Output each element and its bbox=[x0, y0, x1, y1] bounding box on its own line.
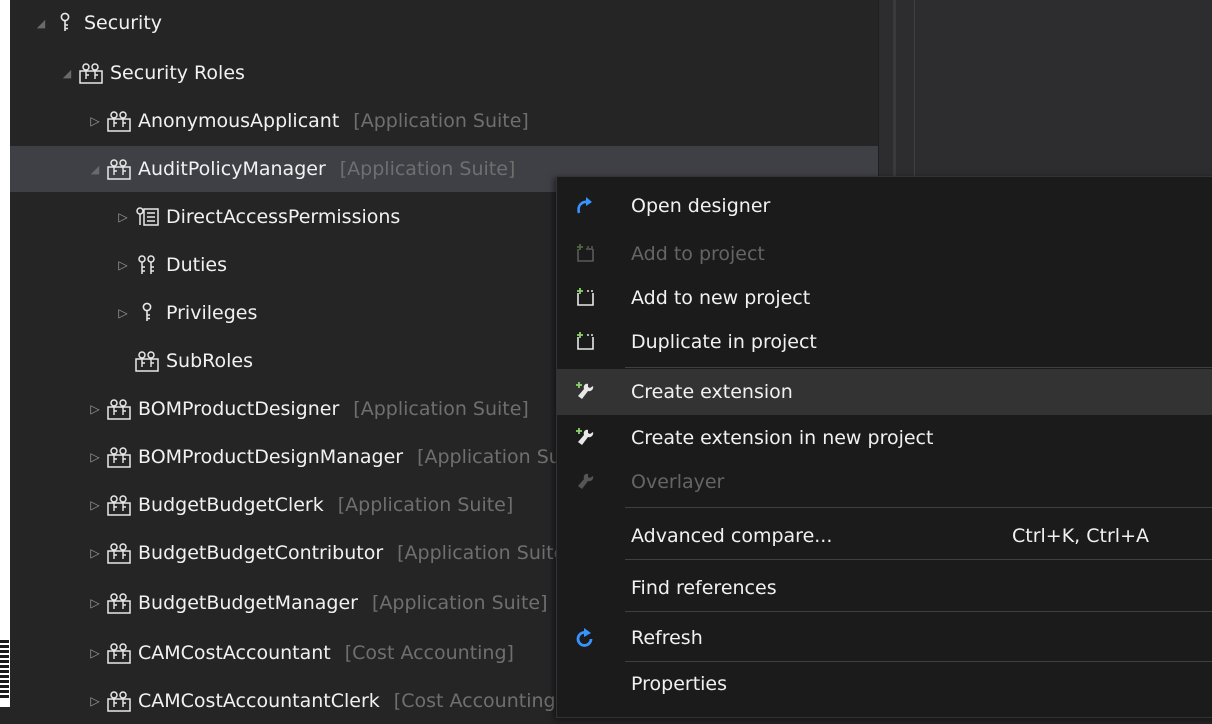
duty-key-icon bbox=[134, 253, 160, 277]
security-role-icon bbox=[106, 641, 132, 665]
menu-item-duplicate-in-project[interactable]: Duplicate in project bbox=[557, 319, 1212, 365]
menu-item-label: Create extension bbox=[631, 381, 793, 403]
privilege-key-icon bbox=[52, 11, 78, 35]
collapsed-arrow-icon[interactable]: ▷ bbox=[116, 210, 130, 224]
collapsed-arrow-icon[interactable]: ▷ bbox=[88, 402, 102, 416]
menu-item-overlayer[interactable]: Overlayer bbox=[557, 459, 1212, 505]
menu-item-create-extension-in-new-project[interactable]: Create extension in new project bbox=[557, 415, 1212, 461]
tree-node-label: DirectAccessPermissions bbox=[166, 206, 401, 228]
security-role-icon bbox=[106, 109, 132, 133]
menu-item-create-extension[interactable]: Create extension bbox=[557, 369, 1212, 415]
menu-separator bbox=[625, 559, 1212, 560]
expanded-arrow-icon[interactable]: ◢ bbox=[60, 67, 74, 80]
tree-node-label: Duties bbox=[166, 254, 227, 276]
tree-node-label: SubRoles bbox=[166, 350, 254, 372]
tree-node-security-roles[interactable]: ◢ Security Roles bbox=[10, 50, 928, 96]
menu-item-label: Overlayer bbox=[631, 471, 725, 493]
edge-artifact bbox=[0, 640, 9, 700]
collapsed-arrow-icon[interactable]: ▷ bbox=[88, 498, 102, 512]
collapsed-arrow-icon[interactable]: ▷ bbox=[88, 546, 102, 560]
collapsed-arrow-icon[interactable]: ▷ bbox=[88, 596, 102, 610]
tree-node-label: Security bbox=[84, 12, 163, 34]
tree-node-label: BudgetBudgetContributor bbox=[138, 542, 384, 564]
menu-item-add-to-new-project[interactable]: Add to new project bbox=[557, 275, 1212, 321]
menu-item-label: Add to project bbox=[631, 243, 765, 265]
security-role-icon bbox=[106, 445, 132, 469]
menu-separator bbox=[625, 367, 1212, 368]
privilege-key-icon bbox=[134, 301, 160, 325]
model-tag: [Cost Accounting] bbox=[344, 642, 514, 664]
tree-node-label: CAMCostAccountantClerk bbox=[138, 690, 380, 712]
security-role-icon bbox=[106, 541, 132, 565]
collapsed-arrow-icon[interactable]: ▷ bbox=[88, 646, 102, 660]
refresh-icon bbox=[557, 627, 613, 649]
tree-node-label: BudgetBudgetManager bbox=[138, 592, 358, 614]
security-role-icon bbox=[106, 493, 132, 517]
tree-node-label: BudgetBudgetClerk bbox=[138, 494, 324, 516]
menu-item-label: Properties bbox=[631, 673, 728, 695]
menu-item-refresh[interactable]: Refresh bbox=[557, 615, 1212, 661]
menu-item-label: Advanced compare... bbox=[631, 525, 833, 547]
collapsed-arrow-icon[interactable]: ▷ bbox=[88, 694, 102, 708]
tree-node-label: AuditPolicyManager bbox=[138, 158, 326, 180]
menu-separator bbox=[625, 507, 1212, 508]
model-tag: [Cost Accounting] bbox=[393, 690, 563, 712]
model-tag: [Application Suite] bbox=[353, 398, 529, 420]
model-tag: [Application Suite] bbox=[371, 592, 548, 614]
context-menu[interactable]: Open designer Add to project Add to new … bbox=[556, 176, 1212, 718]
menu-item-open-designer[interactable]: Open designer bbox=[557, 183, 1212, 229]
model-tag: [Application Suite] bbox=[337, 494, 514, 516]
menu-separator bbox=[625, 611, 1212, 612]
collapsed-arrow-icon[interactable]: ▷ bbox=[116, 258, 130, 272]
model-tag: [Application Suite] bbox=[339, 158, 516, 180]
wrench-plus-icon bbox=[557, 427, 613, 449]
menu-item-label: Duplicate in project bbox=[631, 331, 817, 353]
menu-item-label: Find references bbox=[631, 577, 777, 599]
add-to-project-icon bbox=[557, 331, 613, 353]
model-tag: [Application Suite] bbox=[353, 110, 529, 132]
model-tag: [Application Suite] bbox=[397, 542, 573, 564]
security-role-icon bbox=[134, 349, 160, 373]
tree-node-label: Privileges bbox=[166, 302, 258, 324]
add-to-project-icon bbox=[557, 287, 613, 309]
tree-node-label: Security Roles bbox=[110, 62, 245, 84]
tree-node-label: CAMCostAccountant bbox=[138, 642, 331, 664]
menu-item-label: Add to new project bbox=[631, 287, 811, 309]
security-role-icon bbox=[106, 157, 132, 181]
redo-arrow-icon bbox=[557, 195, 613, 217]
collapsed-arrow-icon[interactable]: ▷ bbox=[88, 114, 102, 128]
security-role-icon bbox=[106, 397, 132, 421]
menu-item-label: Refresh bbox=[631, 627, 703, 649]
menu-item-label: Open designer bbox=[631, 195, 771, 217]
security-role-icon bbox=[78, 61, 104, 85]
tree-node-label: BOMProductDesignManager bbox=[138, 446, 404, 468]
menu-item-label: Create extension in new project bbox=[631, 427, 934, 449]
collapsed-arrow-icon[interactable]: ▷ bbox=[116, 306, 130, 320]
menu-item-shortcut: Ctrl+K, Ctrl+A bbox=[1012, 525, 1149, 547]
menu-item-add-to-project[interactable]: Add to project bbox=[557, 231, 1212, 277]
permissions-grid-icon bbox=[134, 205, 160, 229]
security-role-icon bbox=[106, 591, 132, 615]
add-to-project-icon bbox=[557, 243, 613, 265]
expanded-arrow-icon[interactable]: ◢ bbox=[88, 163, 102, 176]
tree-node-security[interactable]: ◢ Security bbox=[10, 0, 902, 46]
tree-node-anonymousapplicant[interactable]: ▷ AnonymousApplicant [Application Suite] bbox=[10, 98, 956, 144]
left-edge-strip bbox=[0, 0, 10, 707]
expanded-arrow-icon[interactable]: ◢ bbox=[34, 17, 48, 30]
tree-node-label: BOMProductDesigner bbox=[138, 398, 340, 420]
wrench-icon bbox=[557, 471, 613, 493]
menu-item-properties[interactable]: Properties bbox=[557, 661, 1212, 707]
collapsed-arrow-icon[interactable]: ▷ bbox=[88, 450, 102, 464]
tree-node-label: AnonymousApplicant bbox=[138, 110, 340, 132]
menu-item-find-references[interactable]: Find references bbox=[557, 565, 1212, 611]
wrench-plus-icon bbox=[557, 381, 613, 403]
menu-item-advanced-compare[interactable]: Advanced compare... Ctrl+K, Ctrl+A bbox=[557, 513, 1212, 559]
security-role-icon bbox=[106, 689, 132, 713]
